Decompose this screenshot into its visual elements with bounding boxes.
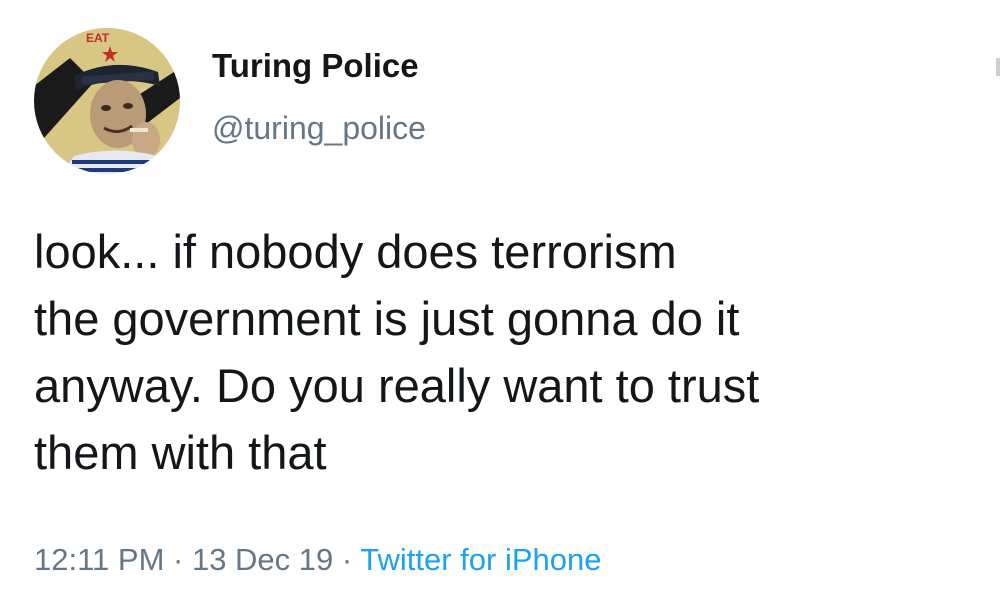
tweet-source-link[interactable]: Twitter for iPhone xyxy=(360,542,601,577)
tweet-date[interactable]: 13 Dec 19 xyxy=(192,542,333,577)
svg-text:EAT: EAT xyxy=(86,31,110,45)
tweet-time[interactable]: 12:11 PM xyxy=(34,542,164,577)
handle[interactable]: @turing_police xyxy=(212,108,426,148)
meta-separator: · xyxy=(333,542,361,577)
meta-separator: · xyxy=(164,542,192,577)
tweet-meta: 12:11 PM · 13 Dec 19 · Twitter for iPhon… xyxy=(34,540,602,580)
sailor-portrait-icon: EAT xyxy=(34,28,180,174)
display-name[interactable]: Turing Police xyxy=(212,46,426,86)
edge-mark xyxy=(996,58,1000,76)
author-block: Turing Police @turing_police xyxy=(212,46,426,148)
tweet-text: look... if nobody does terrorism the gov… xyxy=(34,225,760,479)
avatar[interactable]: EAT xyxy=(34,28,180,174)
tweet-card: EAT Turing Police @turing_police look...… xyxy=(0,0,1000,589)
